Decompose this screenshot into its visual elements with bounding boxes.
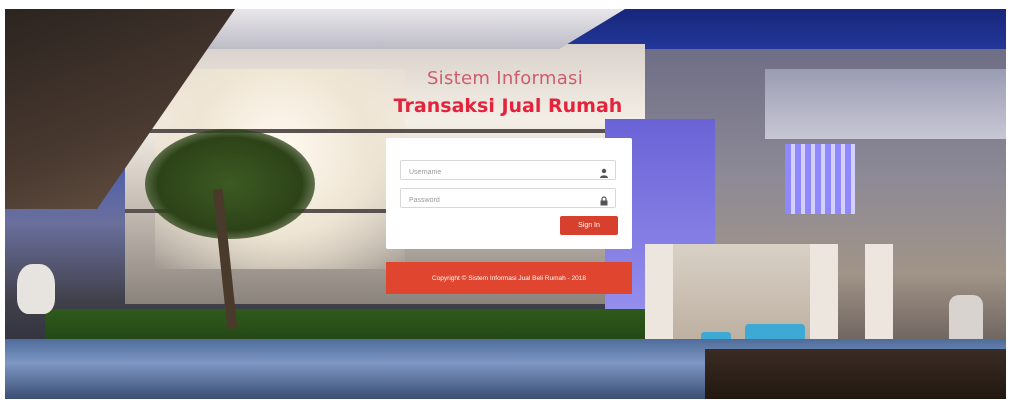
sign-in-button[interactable]: Sign In: [560, 216, 618, 235]
user-icon: [599, 165, 609, 178]
tree-canopy: [145, 129, 315, 239]
copyright-bar: Copyright © Sistem Informasi Jual Beli R…: [386, 262, 632, 294]
right-upper-floor: [765, 69, 1006, 139]
copyright-text: Copyright © Sistem Informasi Jual Beli R…: [432, 274, 586, 282]
vase: [17, 264, 55, 314]
app-title-line1: Sistem Informasi: [426, 68, 584, 89]
purple-lights: [785, 144, 855, 214]
username-input[interactable]: [401, 163, 591, 182]
login-panel: Sign In: [386, 138, 632, 249]
lock-icon: [599, 193, 609, 206]
app-title-line2: Transaksi Jual Rumah: [393, 95, 623, 117]
username-field[interactable]: [400, 160, 616, 182]
password-field[interactable]: [400, 188, 616, 210]
deck: [705, 349, 1006, 399]
password-input[interactable]: [401, 191, 591, 210]
